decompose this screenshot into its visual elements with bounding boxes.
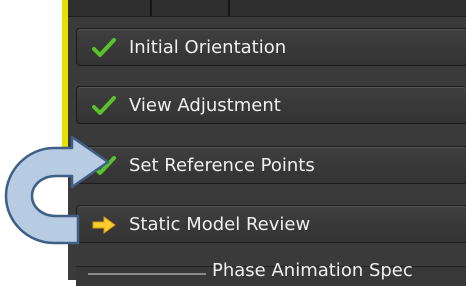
curved-arrow-icon [4,135,110,245]
